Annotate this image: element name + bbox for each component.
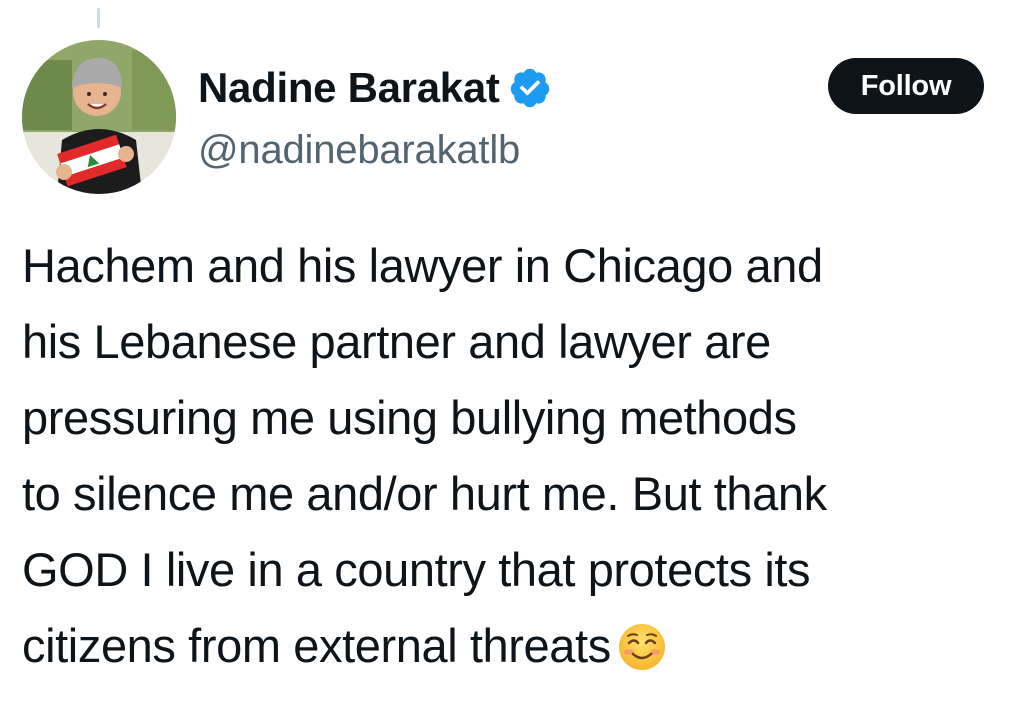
tweet-header: Nadine Barakat @nadinebarakatlb Follow — [22, 40, 1002, 200]
avatar-photo-icon — [22, 40, 176, 194]
avatar[interactable] — [22, 40, 176, 194]
tweet-text-line: Hachem and his lawyer in Chicago and — [22, 239, 823, 292]
verified-badge-icon — [508, 66, 552, 110]
scroll-indicator — [97, 8, 100, 28]
tweet-text-last-line: citizens from external threats — [22, 608, 1007, 684]
smiling-face-with-smiling-eyes-icon — [617, 618, 667, 670]
tweet-text-line: pressuring me using bullying methods — [22, 391, 797, 444]
author-handle[interactable]: @nadinebarakatlb — [198, 128, 520, 173]
author-display-name[interactable]: Nadine Barakat — [198, 64, 500, 112]
tweet-text-line: GOD I live in a country that protects it… — [22, 543, 811, 596]
follow-button[interactable]: Follow — [828, 58, 984, 114]
tweet-text: Hachem and his lawyer in Chicago and his… — [22, 228, 1007, 684]
author-name-row: Nadine Barakat — [198, 62, 552, 114]
tweet-text-line: citizens from external threats — [22, 619, 611, 672]
tweet-text-line: to silence me and/or hurt me. But thank — [22, 467, 827, 520]
tweet-text-line: his Lebanese partner and lawyer are — [22, 315, 771, 368]
